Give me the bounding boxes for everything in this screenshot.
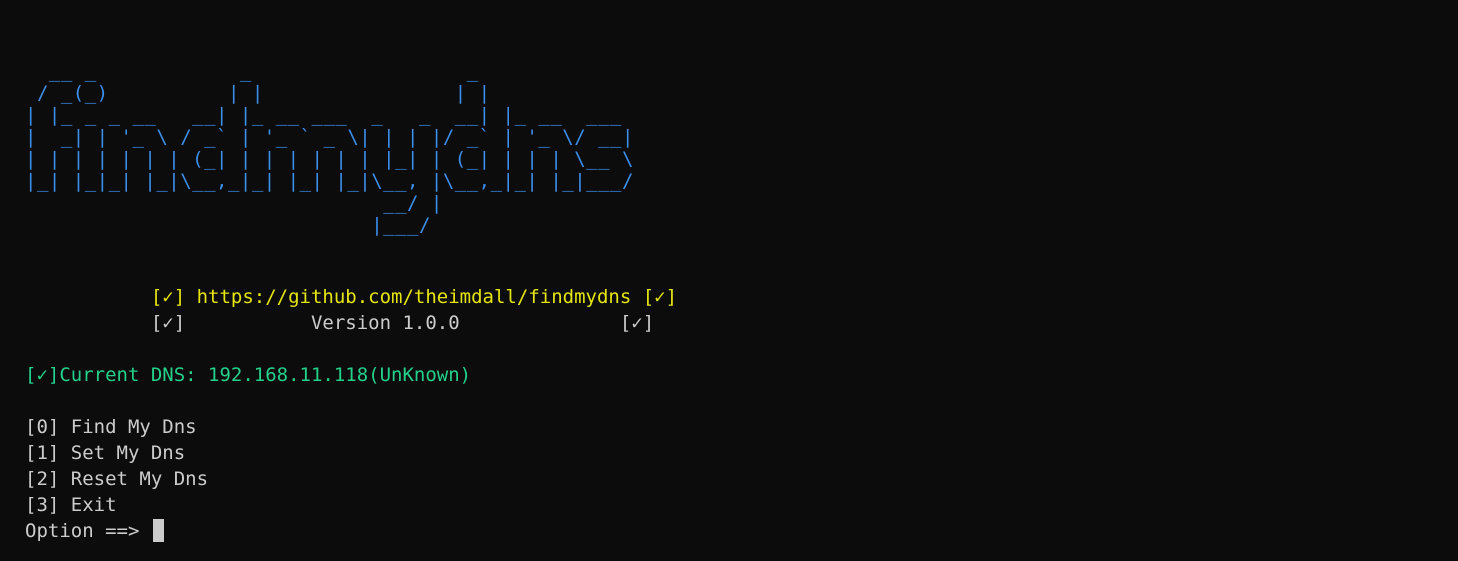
menu-item-exit: [3] Exit	[25, 494, 117, 516]
current-dns-status: [✓]Current DNS: 192.168.11.118(UnKnown)	[25, 364, 472, 386]
text-cursor[interactable]	[152, 519, 164, 542]
menu-item-set-dns: [1] Set My Dns	[25, 442, 186, 464]
github-url-line: [✓] https://github.com/theimdall/findmyd…	[25, 286, 678, 308]
menu-item-find-dns: [0] Find My Dns	[25, 416, 197, 438]
menu-item-reset-dns: [2] Reset My Dns	[25, 468, 209, 490]
option-prompt: Option ==>	[25, 520, 151, 542]
ascii-banner-line-8: |___/	[25, 214, 431, 236]
version-line: [✓] Version 1.0.0 [✓]	[25, 312, 655, 334]
option-prompt-line[interactable]: Option ==>	[25, 518, 164, 544]
